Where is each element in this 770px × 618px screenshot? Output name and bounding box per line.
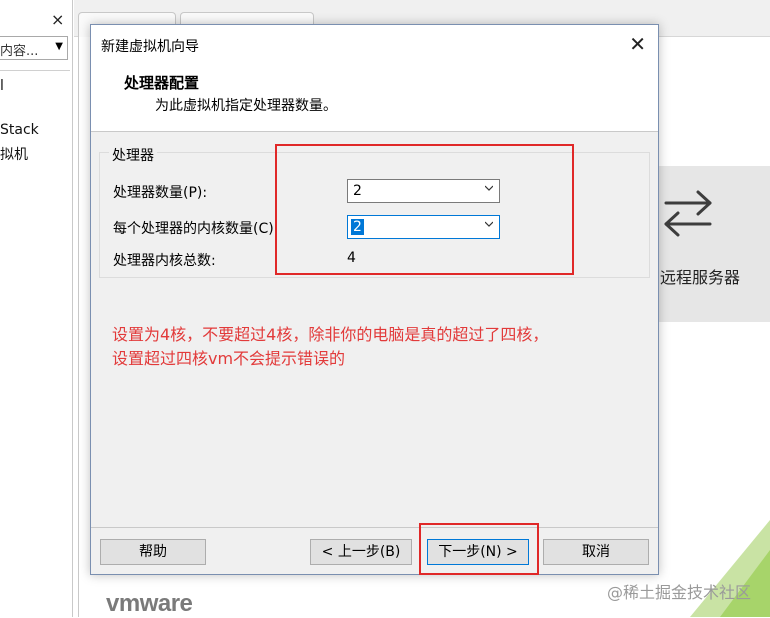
- vmware-logo: vmware: [106, 590, 193, 617]
- swap-arrows-icon: [664, 190, 712, 237]
- next-button-highlight-box: [419, 523, 539, 575]
- connect-remote-server-tile[interactable]: 远程服务器: [650, 166, 770, 322]
- sidebar-close-icon[interactable]: ×: [51, 10, 64, 29]
- wizard-footer: 帮助 < 上一步(B) 下一步(N) > 取消: [91, 527, 658, 574]
- remote-server-label: 远程服务器: [660, 268, 741, 287]
- cores-per-processor-label: 每个处理器的内核数量(C):: [113, 221, 279, 237]
- dialog-title: 新建虚拟机向导: [101, 39, 199, 55]
- library-tree: l Stack 拟机: [0, 70, 70, 618]
- tree-item[interactable]: 拟机: [0, 144, 28, 164]
- page-title: 处理器配置: [124, 74, 200, 92]
- processor-group-label: 处理器: [109, 145, 157, 165]
- back-button[interactable]: < 上一步(B): [310, 539, 412, 565]
- wizard-header: 处理器配置 为此虚拟机指定处理器数量。: [91, 63, 658, 132]
- watermark: @稀土掘金技术社区: [607, 583, 752, 602]
- library-sidebar: × 内容... ▼ l Stack 拟机: [0, 0, 73, 617]
- search-placeholder: 内容...: [0, 44, 39, 59]
- annotation-note-line1: 设置为4核，不要超过4核，除非你的电脑是真的超过了四核，: [112, 325, 549, 344]
- chevron-down-icon[interactable]: ▼: [55, 41, 63, 52]
- dialog-titlebar: 新建虚拟机向导 ✕: [91, 25, 658, 63]
- close-icon[interactable]: ✕: [629, 32, 646, 56]
- library-search-input[interactable]: 内容... ▼: [0, 36, 68, 60]
- tree-item[interactable]: Stack: [0, 122, 39, 138]
- annotation-highlight-box: [275, 144, 574, 275]
- page-subtitle: 为此虚拟机指定处理器数量。: [155, 98, 337, 114]
- annotation-note-line2: 设置超过四核vm不会提示错误的: [112, 349, 346, 368]
- total-cores-label: 处理器内核总数:: [113, 253, 216, 269]
- processor-count-label: 处理器数量(P):: [113, 185, 208, 201]
- tree-item[interactable]: l: [0, 78, 4, 94]
- help-button[interactable]: 帮助: [100, 539, 206, 565]
- new-vm-wizard-dialog: 新建虚拟机向导 ✕ 处理器配置 为此虚拟机指定处理器数量。 处理器 处理器数量(…: [90, 24, 659, 575]
- cancel-button[interactable]: 取消: [543, 539, 649, 565]
